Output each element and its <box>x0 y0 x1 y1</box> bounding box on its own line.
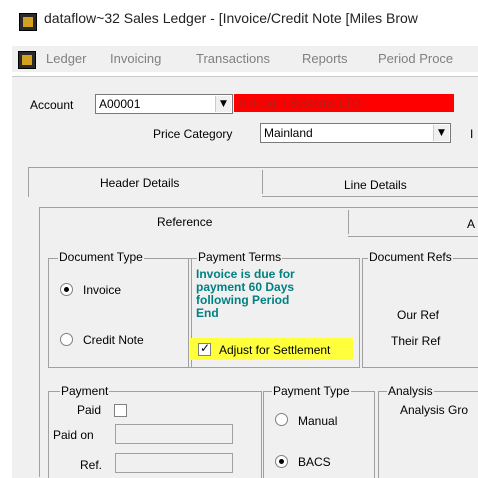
invoice-label: Invoice <box>83 283 122 297</box>
tab-line-details[interactable]: Line Details <box>344 178 407 192</box>
menu-transactions[interactable]: Transactions <box>196 51 270 66</box>
credit-note-radio[interactable] <box>60 333 73 346</box>
window-titlebar: dataflow~32 Sales Ledger - [Invoice/Cred… <box>0 0 478 40</box>
manual-label: Manual <box>298 414 338 428</box>
account-combo[interactable]: A00001 ▼ <box>95 94 233 114</box>
menu-bar: Ledger Invoicing Transactions Reports Pe… <box>12 46 478 72</box>
bacs-label: BACS <box>298 455 331 469</box>
menu-ledger[interactable]: Ledger <box>46 51 86 66</box>
document-type-group <box>48 258 192 368</box>
adjust-settlement-label: Adjust for Settlement <box>219 343 331 357</box>
paid-checkbox[interactable] <box>114 404 127 417</box>
account-name-display: Airfreight Systems LTD <box>234 94 454 112</box>
tab-strip-top <box>28 167 478 168</box>
price-category-extra: I <box>470 127 474 141</box>
subtab-divider <box>348 210 349 234</box>
payment-terms-line-4: End <box>196 306 219 320</box>
adjust-settlement-checkbox[interactable] <box>198 341 211 356</box>
tab-reference[interactable]: Reference <box>157 215 212 229</box>
tab-header-details[interactable]: Header Details <box>100 176 179 190</box>
invoice-radio[interactable] <box>60 283 73 296</box>
chevron-down-icon[interactable]: ▼ <box>433 125 449 141</box>
their-ref-label: Their Ref <box>391 334 441 348</box>
document-refs-legend: Document Refs <box>368 250 453 264</box>
account-label: Account <box>30 98 74 112</box>
menu-period-processing[interactable]: Period Proce <box>378 51 453 66</box>
payment-terms-legend: Payment Terms <box>197 250 283 264</box>
document-type-legend: Document Type <box>58 250 144 264</box>
payment-type-legend: Payment Type <box>272 384 351 398</box>
subtab-strip-bottom <box>348 236 478 237</box>
price-category-combo[interactable]: Mainland ▼ <box>260 123 451 143</box>
paid-label: Paid <box>77 403 102 417</box>
price-category-value: Mainland <box>264 126 313 140</box>
analysis-group-label: Analysis Gro <box>400 403 469 417</box>
tab-next[interactable]: A <box>467 217 475 231</box>
credit-note-label: Credit Note <box>83 333 144 347</box>
bacs-radio[interactable] <box>275 455 288 468</box>
tab-divider <box>262 170 263 194</box>
our-ref-label: Our Ref <box>397 308 440 322</box>
ref-label: Ref. <box>80 458 103 472</box>
chevron-down-icon[interactable]: ▼ <box>215 96 231 112</box>
app-icon <box>19 13 37 31</box>
document-menu-icon[interactable] <box>18 51 36 69</box>
account-value: A00001 <box>99 97 141 111</box>
payment-legend: Payment <box>60 384 110 398</box>
subtab-border-left <box>39 207 40 477</box>
window-title: dataflow~32 Sales Ledger - [Invoice/Cred… <box>44 10 418 26</box>
tab-border-left <box>28 167 29 197</box>
price-category-label: Price Category <box>153 127 233 141</box>
analysis-legend: Analysis <box>387 384 434 398</box>
menu-invoicing[interactable]: Invoicing <box>110 51 161 66</box>
manual-radio[interactable] <box>275 413 288 426</box>
paid-on-label: Paid on <box>53 428 94 442</box>
tab-strip-bottom <box>262 196 478 197</box>
paid-on-field[interactable] <box>115 424 233 444</box>
menu-reports[interactable]: Reports <box>302 51 348 66</box>
ref-field[interactable] <box>115 453 233 473</box>
subtab-strip-top <box>39 207 478 208</box>
